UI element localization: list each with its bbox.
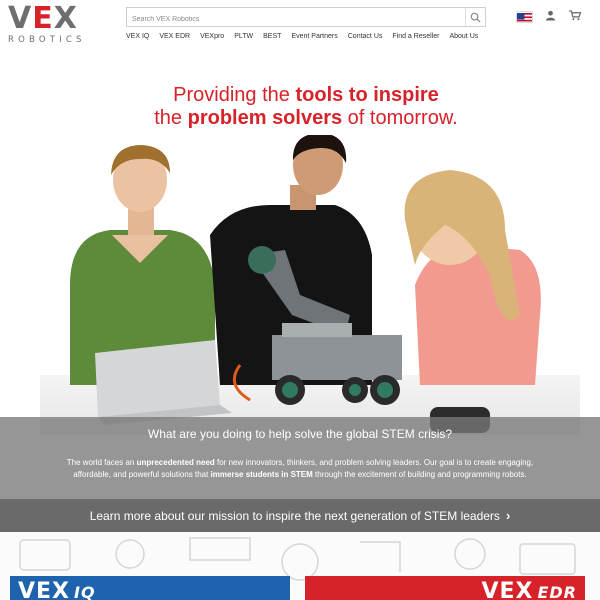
cart-icon[interactable] — [568, 8, 582, 26]
nav-best[interactable]: BEST — [263, 33, 281, 40]
stem-info-band: What are you doing to help solve the glo… — [0, 417, 600, 499]
learn-more-link[interactable]: Learn more about our mission to inspire … — [0, 499, 600, 532]
search-input[interactable] — [127, 10, 457, 29]
nav-about-us[interactable]: About Us — [449, 33, 478, 40]
vex-robotics-logo[interactable]: VEX ROBOTICS — [8, 4, 100, 46]
vex-edr-logo: VEX EDR — [481, 579, 577, 600]
nav-contact-us[interactable]: Contact Us — [348, 33, 383, 40]
stem-question: What are you doing to help solve the glo… — [147, 427, 453, 441]
logo-mark: VEX — [8, 1, 78, 36]
user-icon[interactable] — [545, 8, 556, 26]
vex-edr-card[interactable]: VEX EDR — [305, 576, 585, 600]
hero-photo — [40, 135, 580, 435]
utility-icons — [516, 8, 582, 26]
page: VEX ROBOTICS Search VEX Robotics VEX IQ … — [0, 0, 600, 600]
nav-vexpro[interactable]: VEXpro — [200, 33, 224, 40]
chevron-right-icon: › — [505, 508, 511, 523]
hero-headline: Providing the tools to inspire the probl… — [154, 84, 458, 129]
nav-find-reseller[interactable]: Find a Reseller — [392, 33, 439, 40]
us-flag-icon[interactable] — [516, 11, 533, 23]
nav-event-partners[interactable]: Event Partners — [291, 33, 337, 40]
search-box — [126, 7, 486, 29]
vex-iq-card[interactable]: VEX IQ — [10, 576, 290, 600]
nav-vex-iq[interactable]: VEX IQ — [126, 33, 149, 40]
nav-vex-edr[interactable]: VEX EDR — [159, 33, 190, 40]
header: VEX ROBOTICS Search VEX Robotics VEX IQ … — [0, 0, 600, 52]
nav-pltw[interactable]: PLTW — [234, 33, 253, 40]
logo-sub: ROBOTICS — [8, 35, 86, 45]
vex-iq-logo: VEX IQ — [18, 579, 96, 600]
main-nav: VEX IQ VEX EDR VEXpro PLTW BEST Event Pa… — [126, 33, 478, 40]
search-icon[interactable] — [465, 8, 485, 26]
stem-body: The world faces an unprecedented need fo… — [66, 458, 534, 479]
